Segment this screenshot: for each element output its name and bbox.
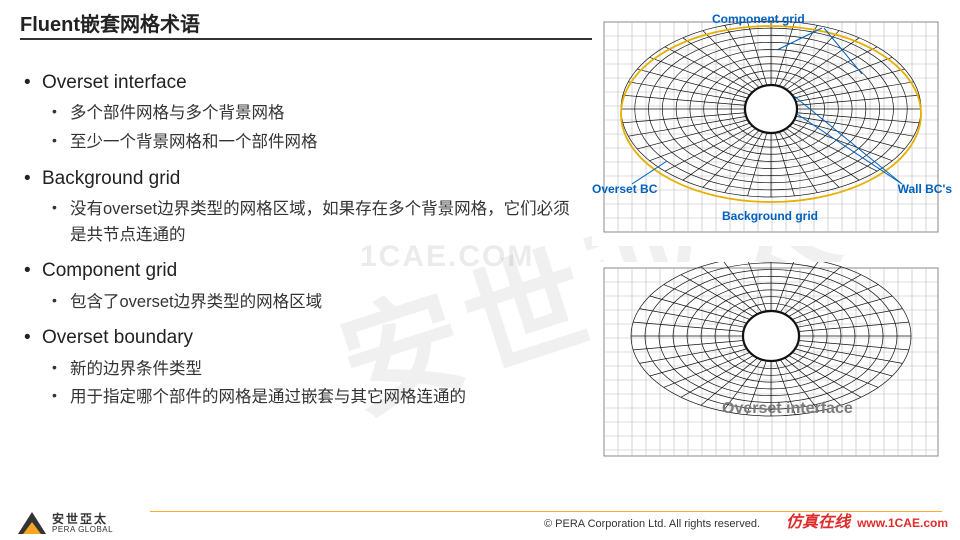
logo-text: 安世亞太 PERA GLOBAL bbox=[52, 513, 113, 534]
figures: Component grid Overset BC Wall BC's Back… bbox=[592, 14, 950, 478]
label-component-grid: Component grid bbox=[712, 12, 805, 26]
bullet-l2: 新的边界条件类型 bbox=[20, 357, 580, 383]
bullet-l1: Background grid bbox=[20, 164, 580, 193]
label-overset-bc: Overset BC bbox=[592, 182, 657, 196]
red-tag: 仿真在线 bbox=[786, 508, 850, 532]
figure-2: Overset interface bbox=[592, 262, 950, 462]
bullet-l1: Component grid bbox=[20, 256, 580, 285]
slide: Fluent嵌套网格术语 1CAE.COM 安世亚太 Overset inter… bbox=[0, 0, 960, 540]
label-wall-bc: Wall BC's bbox=[898, 182, 952, 196]
red-url: www.1CAE.com bbox=[857, 516, 948, 530]
bullet-l2: 没有overset边界类型的网格区域，如果存在多个背景网格，它们必须是共节点连通… bbox=[20, 197, 580, 248]
logo-en: PERA GLOBAL bbox=[52, 526, 113, 534]
bullet-l1: Overset interface bbox=[20, 68, 580, 97]
logo-icon bbox=[18, 512, 46, 534]
bullet-l2: 用于指定哪个部件的网格是通过嵌套与其它网格连通的 bbox=[20, 385, 580, 411]
figure-2-svg bbox=[592, 262, 950, 462]
bullet-l1: Overset boundary bbox=[20, 323, 580, 352]
figure-1: Component grid Overset BC Wall BC's Back… bbox=[592, 14, 950, 246]
footer: 安世亞太 PERA GLOBAL © PERA Corporation Ltd.… bbox=[0, 498, 960, 540]
label-background-grid: Background grid bbox=[722, 209, 818, 223]
bullet-l2: 多个部件网格与多个背景网格 bbox=[20, 101, 580, 127]
content-area: Overset interface 多个部件网格与多个背景网格 至少一个背景网格… bbox=[20, 60, 580, 414]
logo: 安世亞太 PERA GLOBAL bbox=[18, 512, 113, 534]
bullet-l2: 至少一个背景网格和一个部件网格 bbox=[20, 130, 580, 156]
bullet-l2: 包含了overset边界类型的网格区域 bbox=[20, 290, 580, 316]
logo-cn: 安世亞太 bbox=[52, 513, 113, 526]
copyright: © PERA Corporation Ltd. All rights reser… bbox=[544, 518, 760, 530]
label-overset-interface: Overset interface bbox=[722, 400, 853, 418]
